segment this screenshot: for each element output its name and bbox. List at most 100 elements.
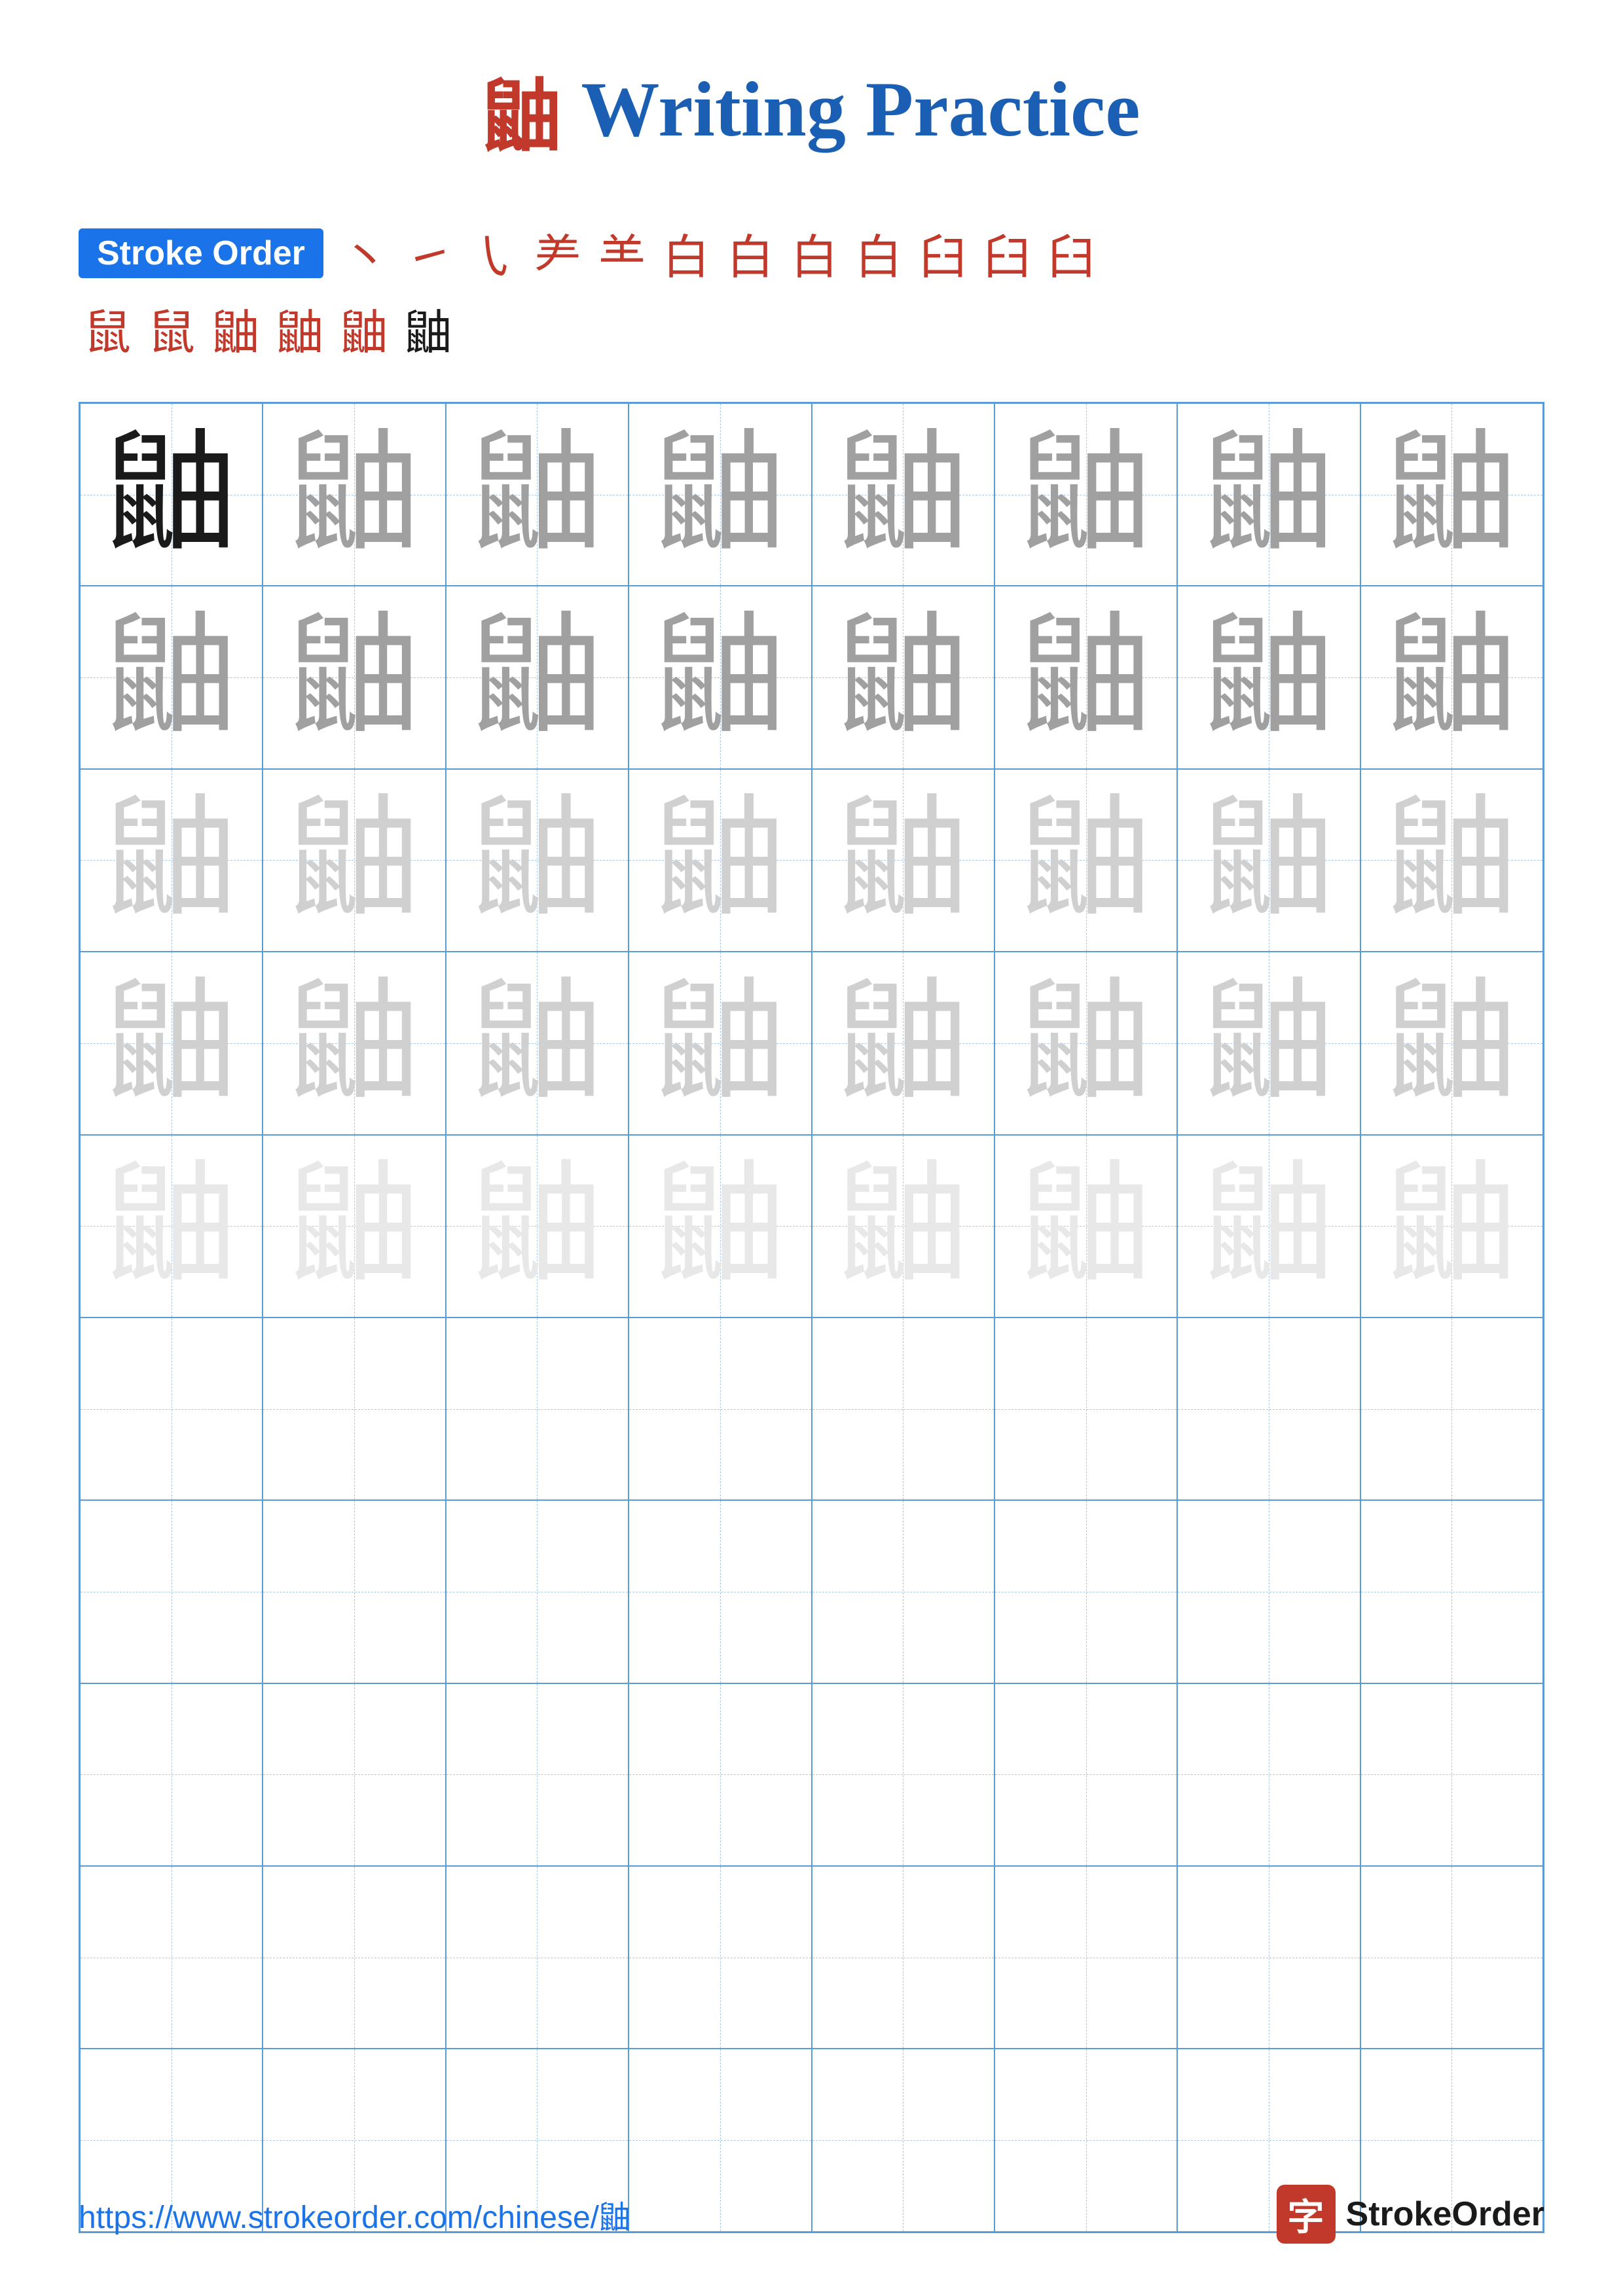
grid-row-9 [80,1866,1543,2049]
grid-cell-empty [1177,1683,1360,1866]
practice-char-medium: 鼬 [1021,429,1152,560]
stroke-12: 臼 [1048,219,1095,287]
practice-char-medium: 鼬 [655,429,786,560]
grid-cell: 鼬 [1360,952,1543,1134]
grid-cell-empty [812,1318,994,1500]
practice-char-very-light: 鼬 [289,1160,420,1291]
grid-cell: 鼬 [80,769,263,952]
grid-cell-empty [1177,1500,1360,1683]
grid-cell-empty [994,1318,1177,1500]
grid-cell: 鼬 [263,769,445,952]
grid-cell: 鼬 [994,403,1177,586]
grid-cell: 鼬 [629,586,811,768]
practice-grid: 鼬 鼬 鼬 鼬 鼬 鼬 鼬 鼬 [79,402,1544,2233]
stroke-7: 白 [727,219,774,287]
grid-cell-empty [446,1318,629,1500]
practice-char-light: 鼬 [655,978,786,1109]
grid-cell: 鼬 [812,769,994,952]
grid-cell-empty [1177,1866,1360,2049]
grid-cell: 鼬 [994,769,1177,952]
grid-cell: 鼬 [994,1135,1177,1318]
grid-row-4: 鼬 鼬 鼬 鼬 鼬 鼬 鼬 鼬 [80,952,1543,1134]
grid-cell: 鼬 [446,586,629,768]
grid-cell-empty [994,1683,1177,1866]
grid-cell: 鼬 [446,1135,629,1318]
grid-cell: 鼬 [80,1135,263,1318]
practice-char-very-light: 鼬 [655,1160,786,1291]
grid-cell: 鼬 [629,769,811,952]
footer-logo-char: 字 [1288,2188,1324,2241]
practice-char-very-light: 鼬 [1021,1160,1152,1291]
practice-char-medium: 鼬 [655,612,786,743]
stroke-14: 鼠 [148,294,195,363]
grid-cell: 鼬 [629,1135,811,1318]
practice-char-medium: 鼬 [471,612,602,743]
grid-row-2: 鼬 鼬 鼬 鼬 鼬 鼬 鼬 鼬 [80,586,1543,768]
grid-cell: 鼬 [80,952,263,1134]
stroke-order-row2: 鼠 鼠 鼬 鼬 鼬 鼬 [79,294,1544,363]
grid-row-6 [80,1318,1543,1500]
practice-char-light: 鼬 [655,795,786,925]
grid-cell: 鼬 [1177,1135,1360,1318]
grid-cell-empty [446,1866,629,2049]
practice-char-very-light: 鼬 [837,1160,968,1291]
practice-char-very-light: 鼬 [471,1160,602,1291]
footer-logo-icon: 字 [1277,2185,1336,2244]
stroke-15: 鼬 [212,294,259,363]
stroke-order-label: Stroke Order [79,228,323,278]
practice-char-very-light: 鼬 [1386,1160,1517,1291]
grid-cell-empty [80,1500,263,1683]
stroke-3: ㇂ [470,219,517,287]
grid-cell: 鼬 [812,586,994,768]
grid-cell-empty [1360,1500,1543,1683]
grid-row-3: 鼬 鼬 鼬 鼬 鼬 鼬 鼬 鼬 [80,769,1543,952]
practice-char-medium: 鼬 [289,429,420,560]
grid-row-7 [80,1500,1543,1683]
grid-cell-empty [446,1683,629,1866]
practice-char-medium: 鼬 [289,612,420,743]
practice-char-very-light: 鼬 [1203,1160,1334,1291]
stroke-16: 鼬 [276,294,323,363]
grid-row-1: 鼬 鼬 鼬 鼬 鼬 鼬 鼬 鼬 [80,403,1543,586]
practice-char-very-light: 鼬 [106,1160,237,1291]
practice-char-light: 鼬 [289,978,420,1109]
grid-cell-empty [629,1500,811,1683]
grid-cell-empty [263,1683,445,1866]
stroke-18: 鼬 [405,294,452,363]
practice-char-light: 鼬 [471,795,602,925]
grid-cell: 鼬 [263,586,445,768]
stroke-order-section: Stroke Order 丶 ㇀ ㇂ ⺶ ⺷ 白 白 白 白 臼 臼 臼 鼠 鼠… [79,219,1544,363]
stroke-4: ⺶ [534,219,581,287]
grid-cell-empty [629,1866,811,2049]
grid-cell-empty [994,1866,1177,2049]
practice-char-medium: 鼬 [1386,429,1517,560]
grid-cell-empty [994,1500,1177,1683]
grid-cell: 鼬 [263,1135,445,1318]
footer-logo: 字 StrokeOrder [1277,2185,1544,2244]
stroke-10: 臼 [919,219,966,287]
title-char: 鼬 [483,52,561,166]
stroke-11: 臼 [983,219,1030,287]
practice-char-light: 鼬 [289,795,420,925]
practice-char-light: 鼬 [1203,978,1334,1109]
stroke-1: 丶 [342,219,389,287]
practice-char-light: 鼬 [106,978,237,1109]
grid-cell: 鼬 [1360,769,1543,952]
grid-cell-empty [812,1683,994,1866]
stroke-5: ⺷ [598,219,646,287]
footer-url[interactable]: https://www.strokeorder.com/chinese/鼬 [79,2191,630,2237]
stroke-order-row1: Stroke Order 丶 ㇀ ㇂ ⺶ ⺷ 白 白 白 白 臼 臼 臼 [79,219,1544,287]
grid-cell: 鼬 [812,952,994,1134]
grid-cell: 鼬 [446,952,629,1134]
grid-cell: 鼬 [1360,1135,1543,1318]
practice-char-medium: 鼬 [1203,429,1334,560]
grid-cell-empty [812,1866,994,2049]
grid-cell-empty [1360,1683,1543,1866]
grid-cell-empty [446,1500,629,1683]
practice-char-medium: 鼬 [1203,612,1334,743]
grid-cell-empty [812,1500,994,1683]
grid-cell-empty [629,1683,811,1866]
practice-char-light: 鼬 [1021,978,1152,1109]
practice-char-light: 鼬 [1386,978,1517,1109]
page-title: 鼬 Writing Practice [483,52,1140,166]
